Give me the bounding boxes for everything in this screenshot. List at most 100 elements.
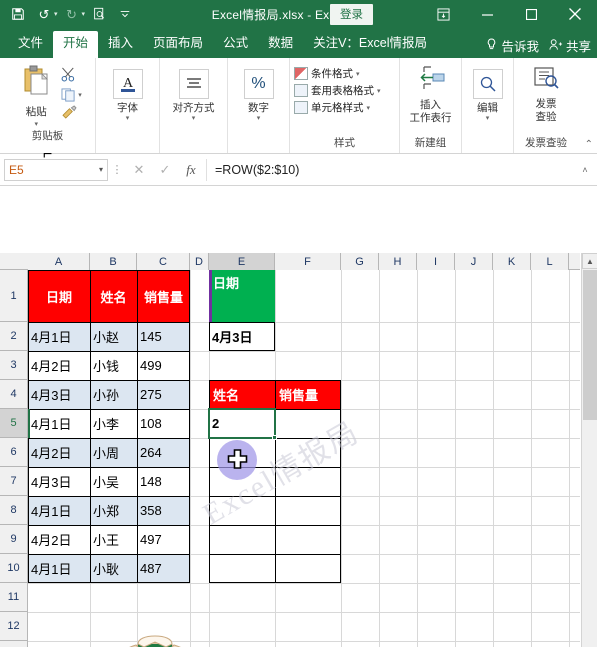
row-header-12[interactable]: 12 [0,612,28,641]
left-table-row-divider [28,554,190,555]
alignment-label: 对齐方式 [172,102,215,114]
styles-group-label: 样式 [334,137,355,149]
format-as-table-button[interactable]: 套用表格格式 ▾ [294,83,381,98]
tab-file[interactable]: 文件 [8,31,53,59]
left-table-row-divider [28,351,190,352]
row-header-11[interactable]: 11 [0,583,28,612]
row-header-2[interactable]: 2 [0,322,28,351]
gridline-vertical [531,270,532,647]
name-box-dropdown-icon[interactable]: ▾ [99,165,103,174]
conditional-format-icon [294,67,308,80]
row-header-10[interactable]: 10 [0,554,28,583]
ribbon-display-options-icon[interactable] [421,0,465,28]
cut-icon[interactable] [61,67,82,85]
copy-icon[interactable]: ▾ [61,88,82,102]
signin-button[interactable]: 登录 [330,4,373,25]
editing-dropdown-icon[interactable]: ▾ [486,115,490,122]
close-button[interactable] [553,0,597,28]
tab-follow-v[interactable]: 关注V：Excel情报局 [303,31,437,59]
format-as-table-label: 套用表格格式 [311,85,374,97]
date-filter-header[interactable]: 日期 [209,270,275,322]
gridline-vertical [190,270,191,647]
minimize-button[interactable] [465,0,509,28]
redo-dropdown-icon[interactable]: ▾ [82,10,86,18]
row-header-4[interactable]: 4 [0,380,28,409]
column-header-f[interactable]: F [275,253,341,270]
column-header-d[interactable]: D [190,253,209,270]
row-header-9[interactable]: 9 [0,525,28,554]
name-box[interactable]: E5 ▾ [4,158,108,181]
column-header-e[interactable]: E [209,253,275,270]
row-header-13[interactable]: 13 [0,641,28,647]
scroll-thumb[interactable] [583,270,597,420]
customize-qat-icon[interactable] [113,3,137,25]
chevron-down-icon[interactable]: ▾ [356,70,360,78]
column-header-a[interactable]: A [28,253,90,270]
confirm-entry-icon[interactable]: ✓ [152,159,178,181]
collapse-ribbon-icon[interactable]: ⌃ [585,139,593,150]
excel-mascot-image: X [100,614,210,647]
share-button[interactable]: 共享 [549,36,591,55]
alignment-icon[interactable] [178,69,209,99]
undo-dropdown-icon[interactable]: ▾ [54,10,58,18]
tabbar-right-group: 告诉我 共享 [486,36,591,55]
scroll-up-icon[interactable]: ▲ [582,253,597,269]
find-select-icon[interactable] [472,69,503,99]
row-header-6[interactable]: 6 [0,438,28,467]
chevron-down-icon[interactable]: ▾ [377,87,381,95]
column-header-g[interactable]: G [341,253,379,270]
row-header-5[interactable]: 5 [0,409,28,438]
gridline-vertical [493,270,494,647]
save-icon[interactable] [6,3,30,25]
paste-button[interactable]: 粘贴 ▾ [13,63,59,128]
fill-handle[interactable] [272,435,277,440]
row-header-7[interactable]: 7 [0,467,28,496]
tell-me-button[interactable]: 告诉我 [486,36,539,55]
row-header-1[interactable]: 1 [0,270,28,322]
cell-area[interactable]: 日期 姓名 销售量 4月1日 小赵 145 4月2日 小钱 499 4月3日 小孙 275 4月1日 小李… [28,270,597,647]
svg-text:A: A [122,76,133,91]
tab-home[interactable]: 开始 [53,30,99,58]
result-table-row-divider [209,496,341,497]
row5-selection-marker [28,409,30,438]
worksheet-grid[interactable]: ABCDEFGHIJKL 12345678910111213 日期姓名销售量4月… [0,253,597,647]
tab-insert[interactable]: 插入 [98,31,143,59]
insert-function-icon[interactable]: fx [178,159,204,181]
column-header-j[interactable]: J [455,253,493,270]
row-header-8[interactable]: 8 [0,496,28,525]
tab-formulas[interactable]: 公式 [213,31,258,59]
invoice-check-icon[interactable] [532,66,560,95]
paste-dropdown-icon[interactable]: ▾ [34,120,38,128]
redo-icon[interactable]: ↻ [60,3,84,25]
tab-page-layout[interactable]: 页面布局 [143,31,213,59]
chevron-down-icon[interactable]: ▾ [367,104,371,112]
formula-input[interactable]: =ROW($2:$10) [206,158,575,181]
vertical-scrollbar[interactable]: ▲ [581,253,597,647]
column-header-k[interactable]: K [493,253,531,270]
cancel-entry-icon[interactable]: ✕ [126,159,152,181]
result-table-row-divider [209,554,341,555]
row-header-3[interactable]: 3 [0,351,28,380]
conditional-formatting-button[interactable]: 条件格式 ▾ [294,66,381,81]
maximize-button[interactable] [509,0,553,28]
number-dropdown-icon[interactable]: ▾ [257,115,261,122]
number-format-icon[interactable]: % [243,69,274,99]
font-icon[interactable]: A [112,69,143,99]
clipboard-dialog-launcher-icon[interactable]: ⌐ [43,146,52,164]
column-header-c[interactable]: C [137,253,190,270]
format-painter-icon[interactable] [61,105,82,122]
insert-sheet-rows-icon[interactable] [416,65,446,96]
date-value-border [209,322,275,351]
font-dropdown-icon[interactable]: ▾ [126,115,130,122]
column-header-i[interactable]: I [417,253,455,270]
undo-icon[interactable]: ↺ [32,3,56,25]
gridline-horizontal [28,641,580,642]
column-header-l[interactable]: L [531,253,569,270]
column-header-b[interactable]: B [90,253,137,270]
tab-data[interactable]: 数据 [258,31,303,59]
cell-styles-button[interactable]: 单元格样式 ▾ [294,100,381,115]
column-header-h[interactable]: H [379,253,417,270]
alignment-dropdown-icon[interactable]: ▾ [192,115,196,122]
print-preview-icon[interactable] [87,3,111,25]
expand-formula-bar-icon[interactable]: ˄ [577,165,593,175]
